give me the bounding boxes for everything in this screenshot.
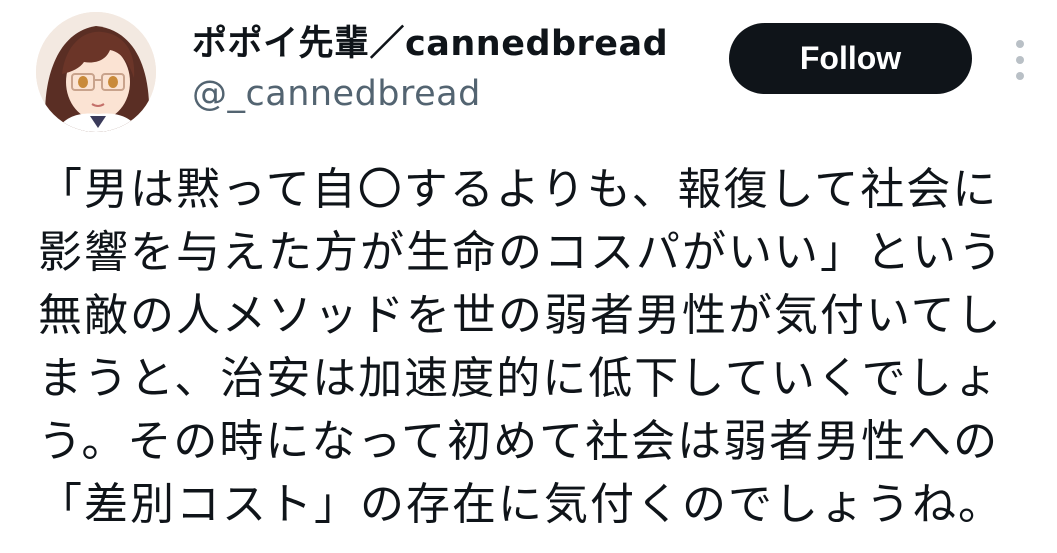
more-options-icon[interactable] [1010, 40, 1030, 80]
author-display-name[interactable]: ポポイ先輩／cannedbread [192, 22, 668, 66]
tweet-text-line: 「男は黙って自〇するよりも、報復して社会に [38, 164, 999, 215]
dot [1016, 40, 1024, 48]
avatar[interactable] [36, 12, 156, 132]
author-handle[interactable]: @_cannedbread [192, 72, 668, 116]
anime-girl-avatar-icon [36, 12, 156, 132]
tweet-header: ポポイ先輩／cannedbread @_cannedbread Follow [0, 0, 1057, 150]
tweet-text-line: う。その時になって初めて社会は弱者男性への [38, 416, 1000, 467]
tweet-text-line: 無敵の人メソッドを世の弱者男性が気付いてし [38, 290, 1003, 341]
follow-button[interactable]: Follow [729, 23, 972, 94]
tweet-text-line: 影響を与えた方が生命のコスパがいい」という [38, 227, 1004, 278]
dot [1016, 56, 1024, 64]
tweet-text-line: まうと、治安は加速度的に低下していくでしょ [38, 353, 1000, 404]
author-names: ポポイ先輩／cannedbread @_cannedbread [192, 22, 668, 116]
tweet-card: ポポイ先輩／cannedbread @_cannedbread Follow 「… [0, 0, 1057, 553]
tweet-text-line: 「差別コスト」の存在に気付くのでしょうね。 [38, 479, 1004, 530]
dot [1016, 72, 1024, 80]
tweet-text: 「男は黙って自〇するよりも、報復して社会に 影響を与えた方が生命のコスパがいい」… [38, 158, 1038, 536]
